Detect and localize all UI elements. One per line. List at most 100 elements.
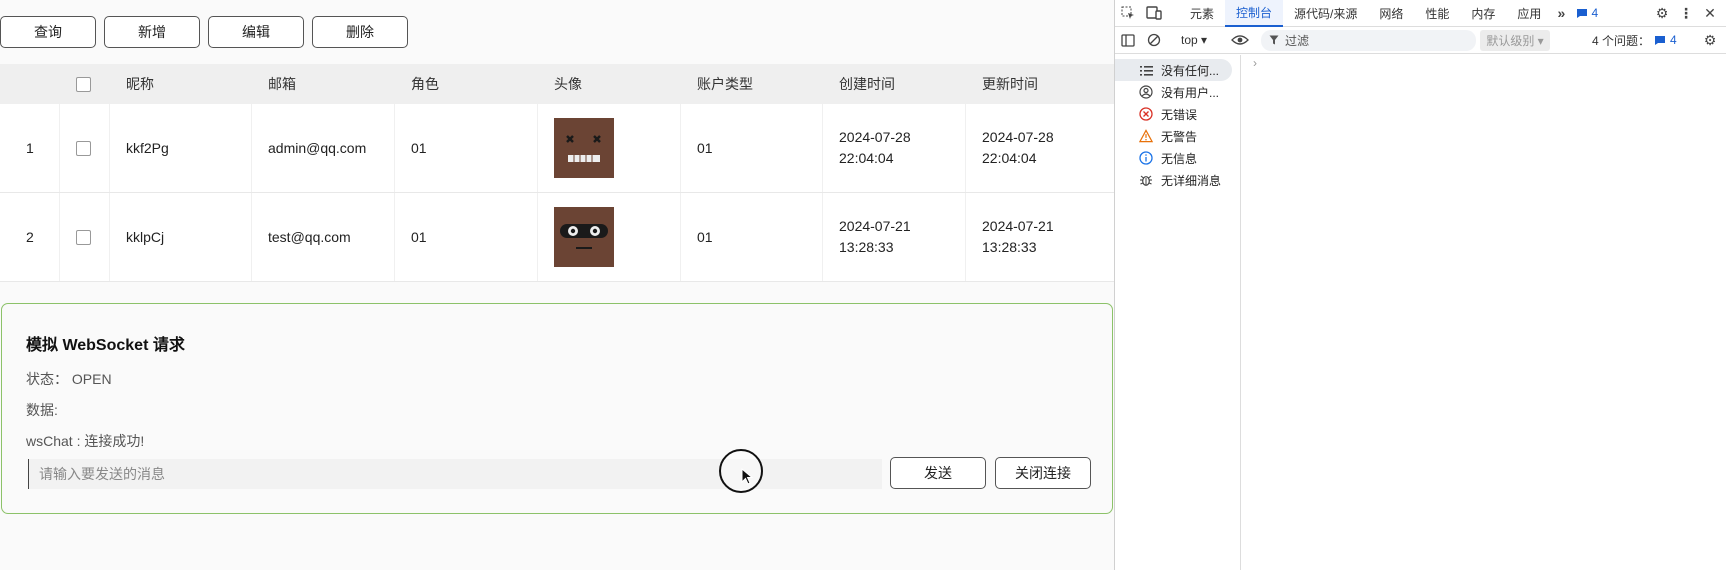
- tab-network[interactable]: 网络: [1368, 0, 1414, 27]
- header-account-type: 账户类型: [697, 76, 753, 92]
- info-icon: [1139, 151, 1153, 165]
- issues-badge-count: 4: [1591, 6, 1599, 20]
- filter-placeholder: 过滤: [1285, 33, 1310, 48]
- created-time: 22:04:04: [839, 150, 894, 166]
- device-toolbar-icon[interactable]: [1141, 0, 1167, 27]
- app-area: 查询 新增 编辑 删除 昵称 邮箱 角色 头像 账户类型 创建时间 更新时间 1…: [0, 0, 1114, 570]
- table-row: 1 kkf2Pg admin@qq.com 01 01 2024-07-28 2…: [0, 104, 1114, 193]
- row-created: 2024-07-21 13:28:33: [823, 193, 966, 281]
- row-select-cell: [60, 193, 110, 281]
- tab-console[interactable]: 控制台: [1225, 0, 1284, 27]
- sidebar-item-label: 没有任何...: [1161, 63, 1220, 78]
- row-email: test@qq.com: [252, 193, 395, 281]
- sidebar-item-label: 无详细消息: [1161, 173, 1222, 188]
- updated-time: 22:04:04: [982, 150, 1037, 166]
- table-header: 昵称 邮箱 角色 头像 账户类型 创建时间 更新时间: [0, 64, 1114, 104]
- tab-sources[interactable]: 源代码/来源: [1283, 0, 1368, 27]
- error-icon: [1139, 107, 1153, 121]
- message-icon: [1577, 8, 1588, 18]
- live-expression-eye-icon[interactable]: [1227, 27, 1253, 54]
- websocket-title: 模拟 WebSocket 请求: [26, 337, 185, 354]
- created-date: 2024-07-21: [839, 218, 911, 234]
- mouse-pointer-icon: [741, 468, 754, 485]
- clear-console-icon[interactable]: [1141, 27, 1167, 54]
- websocket-message: wsChat : 连接成功!: [26, 433, 145, 449]
- inspect-element-icon[interactable]: [1115, 0, 1141, 27]
- row-updated: 2024-07-28 22:04:04: [966, 104, 1114, 192]
- header-select-cell: [60, 64, 110, 104]
- log-level-dropdown[interactable]: 默认级别 ▾: [1480, 29, 1550, 51]
- tab-performance[interactable]: 性能: [1414, 0, 1460, 27]
- add-button[interactable]: 新增: [104, 16, 200, 48]
- avatar: [554, 207, 614, 267]
- list-icon: [1139, 63, 1153, 77]
- updated-time: 13:28:33: [982, 239, 1037, 255]
- websocket-data-label: 数据:: [26, 402, 58, 418]
- select-all-checkbox[interactable]: [76, 76, 91, 92]
- sidebar-item-label: 无警告: [1161, 129, 1198, 144]
- issues-counter[interactable]: 4 个问题： 4: [1592, 32, 1677, 49]
- cursor-highlight: [719, 449, 763, 493]
- row-email: admin@qq.com: [252, 104, 395, 192]
- sidebar-item-errors[interactable]: 无错误: [1115, 103, 1240, 125]
- filter-icon: [1269, 35, 1279, 45]
- tab-memory[interactable]: 内存: [1460, 0, 1506, 27]
- user-table: 昵称 邮箱 角色 头像 账户类型 创建时间 更新时间 1 kkf2Pg admi…: [0, 64, 1114, 282]
- sidebar-toggle-icon[interactable]: [1115, 27, 1141, 54]
- send-button[interactable]: 发送: [890, 457, 986, 489]
- created-date: 2024-07-28: [839, 129, 911, 145]
- sidebar-item-warnings[interactable]: 无警告: [1115, 125, 1240, 147]
- tab-elements[interactable]: 元素: [1179, 0, 1225, 27]
- console-sidebar: 没有任何... 没有用户... 无错误 无警告 无信息 无详细消息: [1115, 55, 1241, 570]
- created-time: 13:28:33: [839, 239, 894, 255]
- row-role: 01: [395, 193, 538, 281]
- issues-label: 4 个问题：: [1592, 33, 1651, 48]
- toolbar: 查询 新增 编辑 删除: [0, 16, 408, 48]
- table-row: 2 kklpCj test@qq.com 01 01 2024-07-21 13:…: [0, 193, 1114, 282]
- console-settings-gear-icon[interactable]: ⚙: [1697, 27, 1723, 54]
- avatar-face-x-eyes-icon: [566, 135, 601, 162]
- row-select-cell: [60, 104, 110, 192]
- row-account-type: 01: [681, 104, 823, 192]
- edit-button[interactable]: 编辑: [208, 16, 304, 48]
- header-role: 角色: [411, 76, 439, 92]
- close-connection-button[interactable]: 关闭连接: [995, 457, 1091, 489]
- row-index: 1: [0, 104, 60, 192]
- websocket-status: 状态： OPEN: [26, 371, 112, 387]
- delete-button[interactable]: 删除: [312, 16, 408, 48]
- close-icon[interactable]: ✕: [1697, 0, 1723, 27]
- updated-date: 2024-07-28: [982, 129, 1054, 145]
- bug-icon: [1139, 173, 1153, 187]
- row-checkbox[interactable]: [76, 140, 91, 156]
- sidebar-item-label: 无信息: [1161, 151, 1198, 166]
- header-avatar: 头像: [554, 76, 582, 92]
- message-icon: [1655, 35, 1666, 45]
- row-checkbox[interactable]: [76, 229, 91, 245]
- row-avatar-cell: [538, 193, 681, 281]
- devtools-tab-bar: 元素 控制台 源代码/来源 网络 性能 内存 应用 » 4 ⚙ ⋮ ✕: [1115, 0, 1726, 27]
- sidebar-item-user-messages[interactable]: 没有用户...: [1115, 81, 1240, 103]
- header-email: 邮箱: [268, 76, 296, 92]
- row-avatar-cell: [538, 104, 681, 192]
- header-created: 创建时间: [839, 76, 895, 92]
- filter-input[interactable]: 过滤: [1261, 29, 1476, 51]
- updated-date: 2024-07-21: [982, 218, 1054, 234]
- tab-application[interactable]: 应用: [1506, 0, 1552, 27]
- devtools-panel: 元素 控制台 源代码/来源 网络 性能 内存 应用 » 4 ⚙ ⋮ ✕ top …: [1114, 0, 1726, 570]
- sidebar-item-messages[interactable]: 没有任何...: [1115, 59, 1232, 81]
- header-nickname: 昵称: [126, 76, 154, 92]
- sidebar-item-label: 无错误: [1161, 107, 1198, 122]
- websocket-panel: 模拟 WebSocket 请求 状态： OPEN 数据: wsChat : 连接…: [1, 303, 1113, 514]
- sidebar-item-verbose[interactable]: 无详细消息: [1115, 169, 1240, 191]
- issues-badge[interactable]: 4: [1570, 6, 1604, 20]
- row-created: 2024-07-28 22:04:04: [823, 104, 966, 192]
- context-selector[interactable]: top ▾: [1167, 33, 1227, 47]
- settings-gear-icon[interactable]: ⚙: [1649, 0, 1675, 27]
- header-updated: 更新时间: [982, 76, 1038, 92]
- avatar: [554, 118, 614, 178]
- more-options-icon[interactable]: ⋮: [1673, 0, 1699, 27]
- more-tabs-icon[interactable]: »: [1552, 0, 1570, 27]
- sidebar-item-info[interactable]: 无信息: [1115, 147, 1240, 169]
- console-prompt-chevron-icon[interactable]: ›: [1253, 56, 1257, 70]
- query-button[interactable]: 查询: [0, 16, 96, 48]
